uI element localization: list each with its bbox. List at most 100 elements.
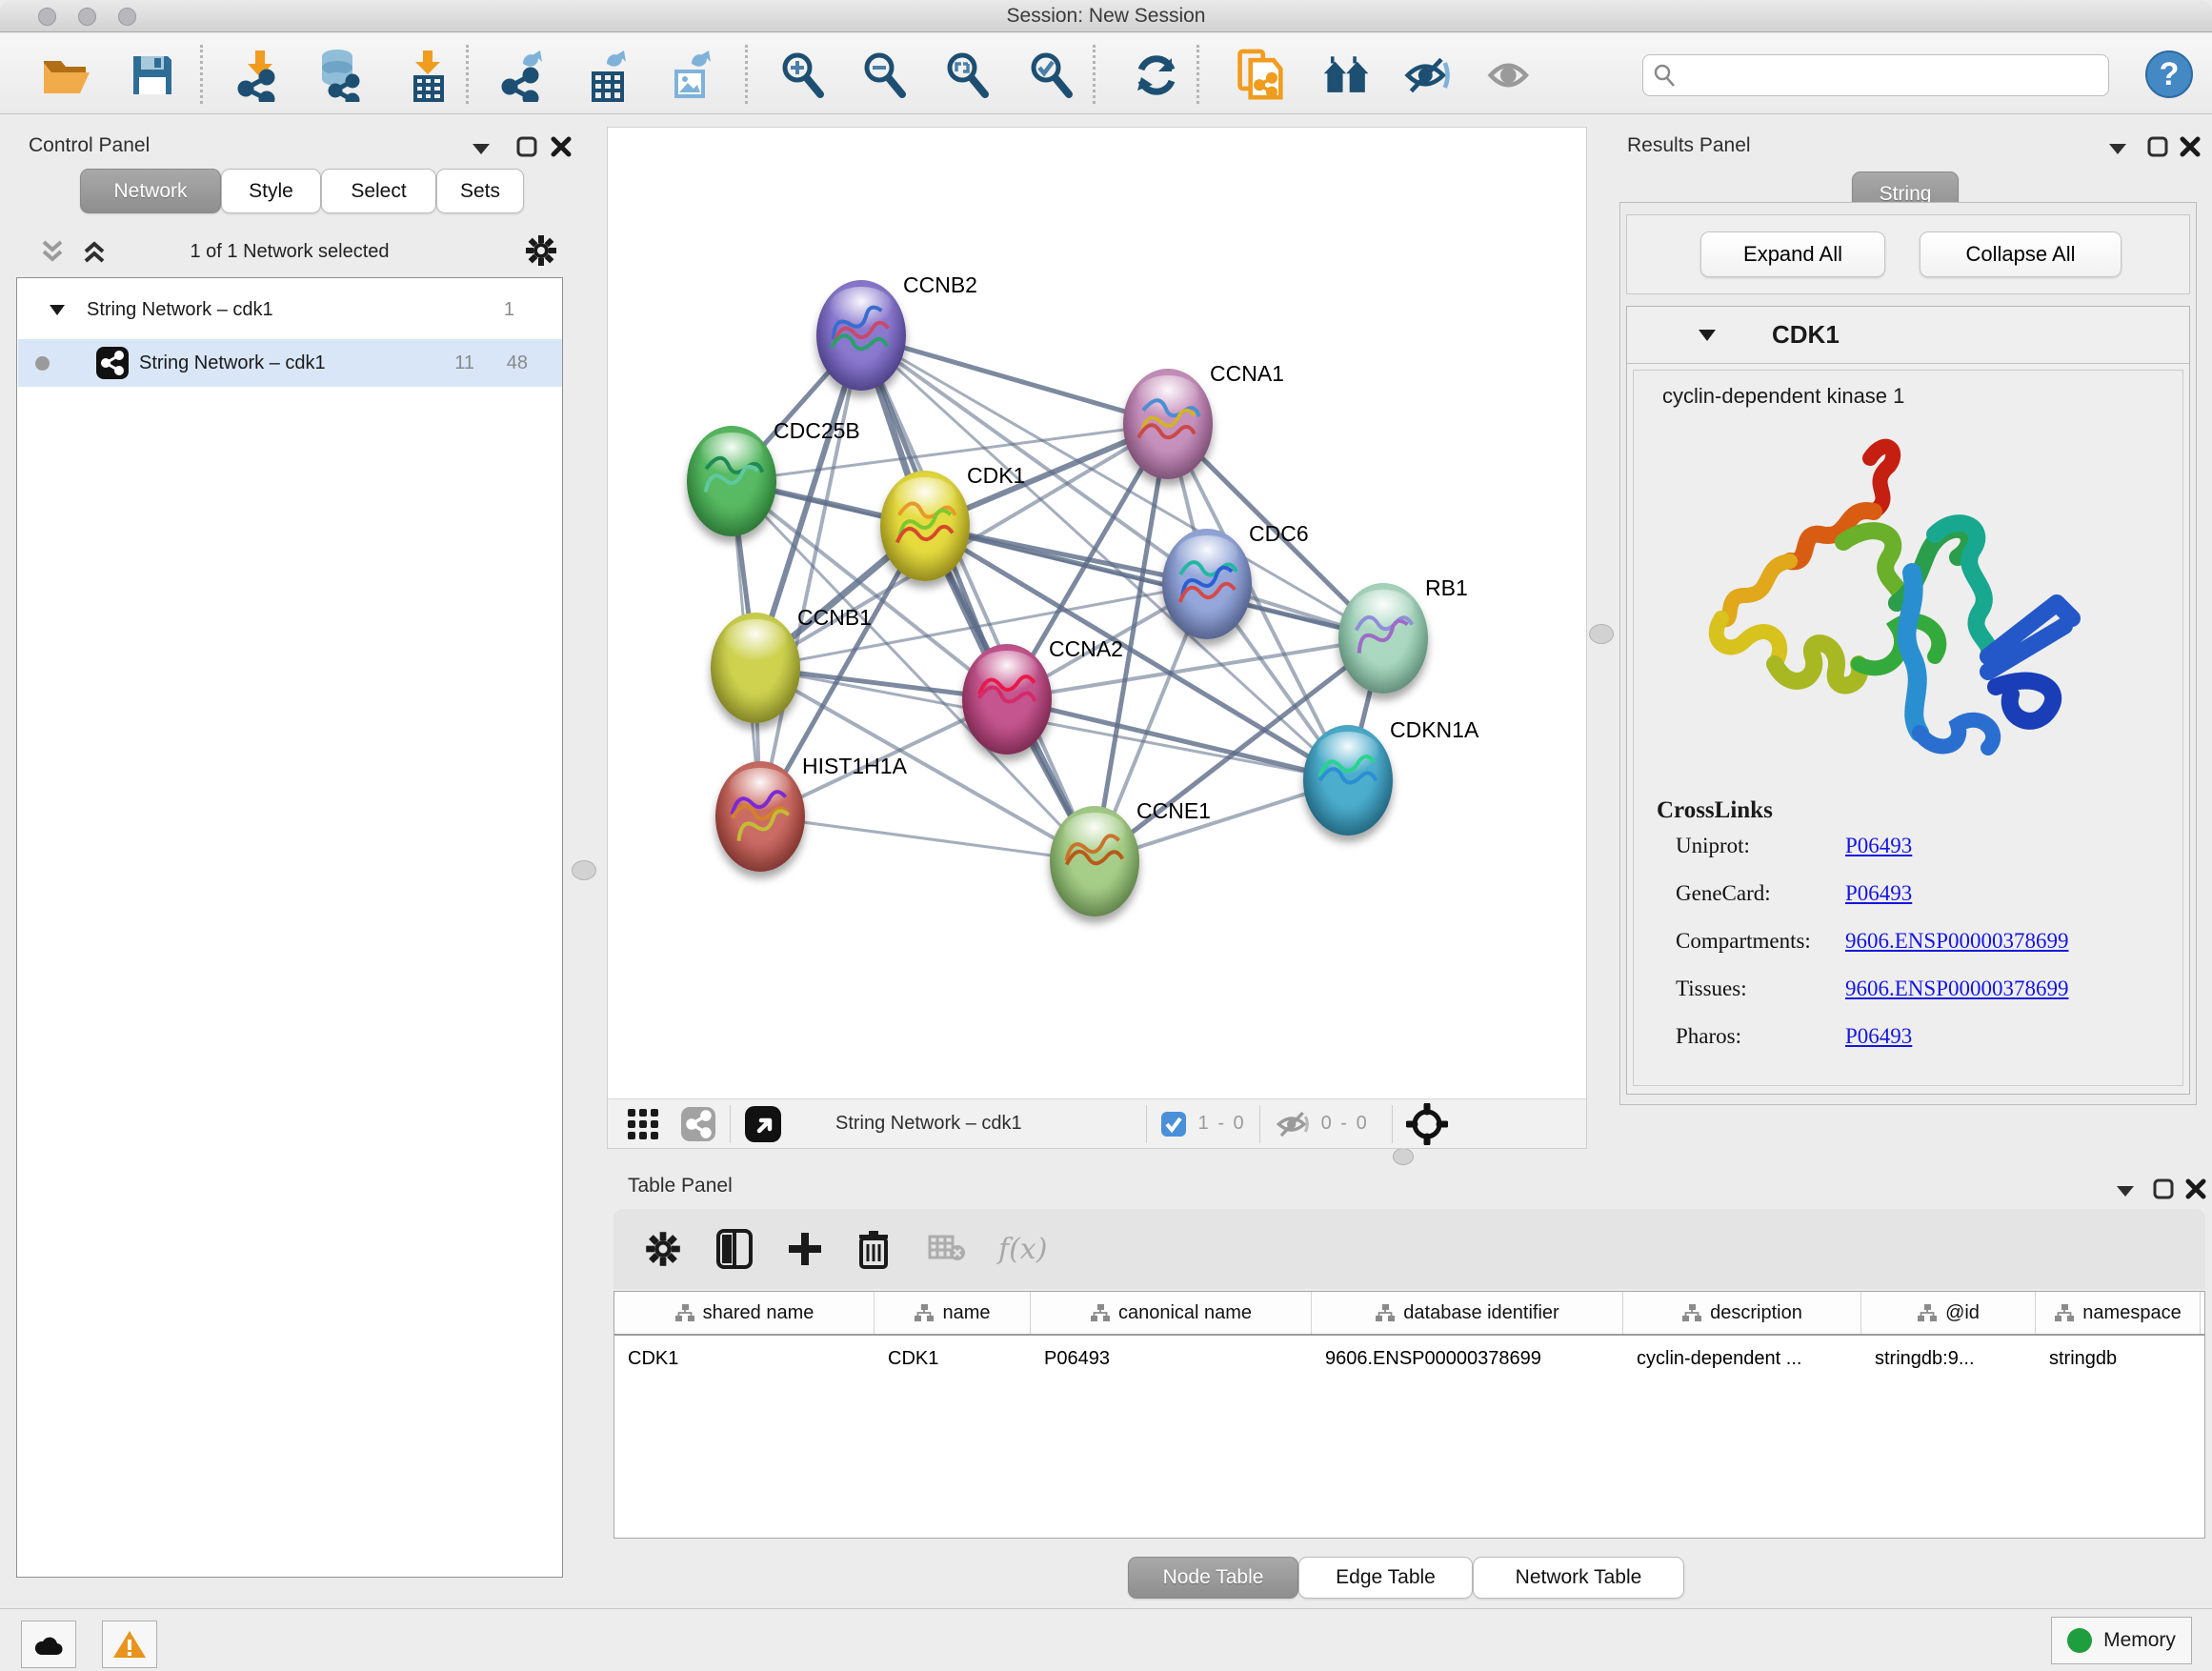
tab-network-table[interactable]: Network Table: [1473, 1557, 1684, 1599]
right-splitter-handle[interactable]: [1589, 624, 1614, 644]
column-header-databaseidentifier[interactable]: database identifier: [1312, 1292, 1623, 1334]
gear-icon[interactable]: [524, 233, 558, 268]
tab-select[interactable]: Select: [321, 169, 436, 213]
protein-thumbnail: [687, 426, 776, 536]
collection-expand-icon[interactable]: [49, 303, 66, 316]
section-collapse-icon[interactable]: [1698, 328, 1717, 342]
crosslink-value-link[interactable]: 9606.ENSP00000378699: [1845, 929, 2069, 954]
open-session-icon[interactable]: [42, 50, 91, 100]
network-node-HIST1H1A[interactable]: [715, 761, 805, 872]
expand-all-button[interactable]: Expand All: [1700, 232, 1885, 277]
network-node-CDC25B[interactable]: [687, 426, 776, 536]
show-all-hidden-icon[interactable]: [1487, 50, 1537, 100]
panel-close-icon[interactable]: [2180, 136, 2201, 157]
cell-sharedname[interactable]: CDK1: [614, 1338, 875, 1379]
network-node-CCNB1[interactable]: [711, 613, 800, 723]
network-node-RB1[interactable]: [1338, 583, 1428, 694]
search-box[interactable]: [1642, 54, 2109, 96]
column-attribute-icon: [914, 1303, 935, 1322]
panel-float-icon[interactable]: [2153, 1178, 2174, 1199]
cell-namespace[interactable]: stringdb: [2036, 1338, 2201, 1379]
refresh-icon[interactable]: [1132, 50, 1181, 100]
network-node-CCNA1[interactable]: [1123, 369, 1213, 479]
export-network-icon[interactable]: [498, 50, 548, 100]
birdseye-icon[interactable]: [1406, 1103, 1448, 1145]
cloud-button[interactable]: [21, 1621, 76, 1668]
panel-menu-icon[interactable]: [2107, 142, 2128, 155]
network-node-CCNA2[interactable]: [962, 644, 1052, 755]
collapse-all-button[interactable]: Collapse All: [1920, 232, 2122, 277]
gear-icon[interactable]: [644, 1230, 682, 1268]
zoom-selected-icon[interactable]: [1027, 50, 1076, 100]
import-network-from-database-icon[interactable]: [314, 50, 364, 100]
column-header-description[interactable]: description: [1623, 1292, 1861, 1334]
network-node-CCNE1[interactable]: [1050, 806, 1139, 916]
network-collection-row[interactable]: String Network – cdk1 1: [18, 286, 562, 333]
column-visibility-icon[interactable]: [716, 1229, 753, 1269]
tab-node-table[interactable]: Node Table: [1128, 1557, 1298, 1599]
column-header-name[interactable]: name: [875, 1292, 1031, 1334]
window-title: Session: New Session: [0, 5, 2212, 28]
grid-view-icon[interactable]: [627, 1108, 659, 1140]
column-header-canonicalname[interactable]: canonical name: [1031, 1292, 1312, 1334]
crosslink-value-link[interactable]: P06493: [1845, 834, 1912, 858]
search-input[interactable]: [1678, 65, 2078, 87]
tab-network[interactable]: Network: [80, 169, 221, 213]
clone-network-icon[interactable]: [1235, 50, 1284, 100]
first-neighbors-icon[interactable]: [1322, 50, 1372, 100]
help-button[interactable]: ?: [2145, 50, 2193, 98]
left-splitter-handle[interactable]: [572, 860, 596, 880]
memory-button[interactable]: Memory: [2051, 1617, 2192, 1664]
panel-close-icon[interactable]: [551, 136, 572, 157]
save-session-icon[interactable]: [128, 50, 177, 100]
column-header-namespace[interactable]: namespace: [2036, 1292, 2201, 1334]
crosslink-value-link[interactable]: P06493: [1845, 1024, 1912, 1049]
network-node-CDKN1A[interactable]: [1303, 725, 1393, 836]
network-selection-status: 1 of 1 Network selected: [10, 241, 570, 263]
add-column-icon[interactable]: [787, 1231, 823, 1267]
column-attribute-icon: [674, 1303, 695, 1322]
network-node-CCNB2[interactable]: [816, 280, 906, 391]
tab-edge-table[interactable]: Edge Table: [1298, 1557, 1473, 1599]
node-label-RB1: RB1: [1425, 575, 1468, 601]
network-node-CDK1[interactable]: [880, 471, 970, 581]
panel-close-icon[interactable]: [2185, 1178, 2206, 1199]
column-header-id[interactable]: @id: [1861, 1292, 2036, 1334]
panel-menu-icon[interactable]: [471, 142, 492, 155]
import-table-from-file-icon[interactable]: [402, 50, 452, 100]
delete-column-icon[interactable]: [857, 1229, 890, 1269]
panel-float-icon[interactable]: [2147, 136, 2168, 157]
network-row[interactable]: String Network – cdk1 11 48: [18, 339, 562, 387]
zoom-fit-icon[interactable]: [943, 50, 993, 100]
selected-checkbox[interactable]: [1160, 1111, 1187, 1137]
protein-thumbnail: [880, 471, 970, 581]
import-network-from-file-icon[interactable]: [234, 50, 284, 100]
node-label-CDKN1A: CDKN1A: [1390, 717, 1478, 743]
tab-sets[interactable]: Sets: [436, 169, 524, 213]
tab-style[interactable]: Style: [221, 169, 321, 213]
warnings-button[interactable]: [102, 1621, 157, 1668]
crosslink-value-link[interactable]: P06493: [1845, 881, 1912, 906]
hide-selected-icon[interactable]: [1404, 50, 1454, 100]
control-panel: Control Panel NetworkStyleSelectSets 1 o…: [10, 127, 570, 1601]
network-canvas[interactable]: CCNB2CCNA1CDC25BCDK1CDC6RB1CCNB1CCNA2CDK…: [608, 128, 1586, 1098]
cell-canonicalname[interactable]: P06493: [1031, 1338, 1312, 1379]
cell-name[interactable]: CDK1: [875, 1338, 1031, 1379]
memory-label: Memory: [2103, 1629, 2176, 1652]
gene-section-header[interactable]: CDK1: [1627, 307, 2189, 364]
panel-menu-icon[interactable]: [2115, 1184, 2136, 1198]
cell-description[interactable]: cyclin-dependent ...: [1623, 1338, 1861, 1379]
cell-databaseidentifier[interactable]: 9606.ENSP00000378699: [1312, 1338, 1623, 1379]
crosslink-label: Tissues:: [1676, 976, 1845, 1001]
zoom-out-icon[interactable]: [860, 50, 910, 100]
cell-id[interactable]: stringdb:9...: [1861, 1338, 2036, 1379]
network-node-CDC6[interactable]: [1162, 529, 1252, 639]
open-in-window-icon[interactable]: [744, 1105, 782, 1143]
zoom-in-icon[interactable]: [778, 50, 828, 100]
column-header-sharedname[interactable]: shared name: [614, 1292, 875, 1334]
share-view-icon[interactable]: [680, 1106, 716, 1142]
crosslink-value-link[interactable]: 9606.ENSP00000378699: [1845, 976, 2069, 1001]
export-table-icon[interactable]: [582, 50, 632, 100]
export-image-icon[interactable]: [665, 50, 714, 100]
panel-float-icon[interactable]: [516, 136, 537, 157]
